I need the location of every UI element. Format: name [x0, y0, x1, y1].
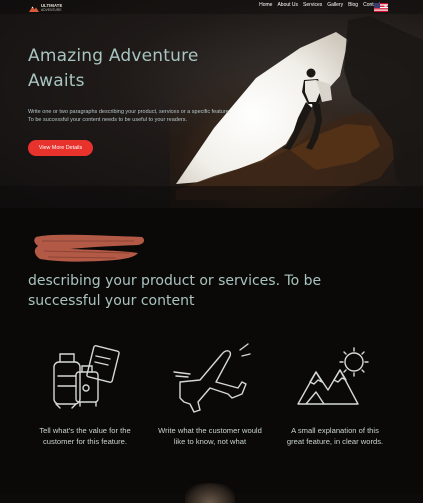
- hero-title-line-1: Amazing Adventure: [28, 46, 199, 66]
- bottom-decorative-image: [185, 483, 235, 503]
- hero-description-line-1: Write one or two paragraphs describing y…: [28, 109, 231, 115]
- mountain-logo-icon: [29, 6, 39, 12]
- hero-section: ULTIMATE ADVENTURE Home About Us Service…: [0, 0, 423, 208]
- nav-about-us[interactable]: About Us: [277, 2, 298, 8]
- section-headline: describing your product or services. To …: [28, 271, 398, 311]
- feature-3-line-1: A small explanation of this: [291, 426, 379, 435]
- feature-2-text: Write what the customer would like to kn…: [150, 425, 270, 447]
- hero-title-line-2: Awaits: [28, 71, 85, 91]
- hero-description: Write one or two paragraphs describing y…: [28, 108, 258, 124]
- main-nav: Home About Us Services Gallery Blog Cont…: [259, 2, 387, 8]
- feature-1-text: Tell what's the value for the customer f…: [25, 425, 145, 447]
- nav-blog[interactable]: Blog: [348, 2, 358, 8]
- brush-stroke-decoration: [34, 234, 145, 262]
- hero-title: Amazing Adventure Awaits: [28, 44, 258, 94]
- mountains-sun-icon: [297, 347, 369, 405]
- brand-tagline: ADVENTURE: [41, 8, 62, 12]
- feature-3-text: A small explanation of this great featur…: [275, 425, 395, 447]
- language-dropdown-caret-icon[interactable]: ▼: [384, 4, 387, 9]
- brand-logo[interactable]: ULTIMATE ADVENTURE: [29, 3, 69, 13]
- brand-name: ULTIMATE ADVENTURE: [41, 2, 63, 12]
- feature-2-line-1: Write what the customer would: [158, 426, 262, 435]
- hero-description-line-2: To be successful your content needs to b…: [28, 117, 187, 123]
- travel-luggage-icon: [53, 345, 120, 409]
- nav-gallery[interactable]: Gallery: [327, 2, 343, 8]
- feature-3-line-2: great feature, in clear words.: [286, 437, 384, 446]
- nav-services[interactable]: Services: [303, 2, 322, 8]
- section-headline-line-2: successful your content: [28, 293, 195, 309]
- feature-1-line-1: Tell what's the value for the: [39, 426, 131, 435]
- view-more-details-button[interactable]: View More Details: [28, 140, 93, 156]
- airplane-icon: [173, 343, 251, 413]
- feature-2-line-2: like to know, not what: [173, 437, 247, 446]
- nav-home[interactable]: Home: [259, 2, 272, 8]
- hero-background-image: [0, 16, 423, 208]
- section-headline-line-1: describing your product or services. To …: [28, 273, 322, 289]
- feature-1-line-2: customer for this feature.: [43, 437, 127, 446]
